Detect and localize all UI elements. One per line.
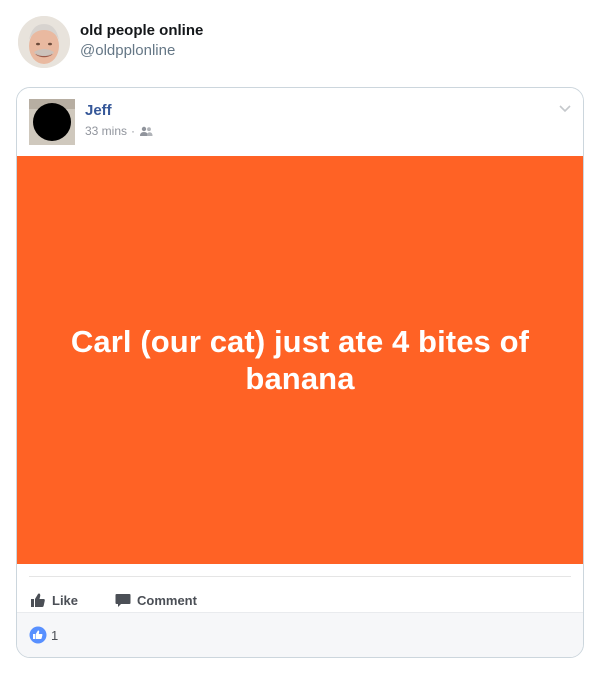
fb-status-background: Carl (our cat) just ate 4 bites of banan… [17,156,583,564]
tweet-avatar[interactable] [18,16,70,68]
fb-reactions-bar[interactable]: 1 [17,612,583,657]
like-reaction-icon [29,626,47,644]
tweet-meta: old people online @oldpplonline [80,22,203,60]
like-button[interactable]: Like [30,588,78,612]
actions-divider [29,576,571,577]
comment-label: Comment [137,592,197,608]
fb-status-text: Carl (our cat) just ate 4 bites of banan… [70,324,530,396]
friends-icon[interactable] [139,126,153,136]
comment-icon [115,592,131,608]
tweet-handle[interactable]: @oldpplonline [80,42,203,60]
comment-button[interactable]: Comment [115,588,197,612]
like-label: Like [52,592,79,608]
fb-post-meta: 33 mins · [85,124,153,138]
chevron-down-icon[interactable] [557,100,573,116]
facebook-post-card: Jeff 33 mins · Carl (our cat) just ate 4… [16,87,584,658]
reaction-count: 1 [51,627,59,643]
tweet-display-name[interactable]: old people online [80,22,203,40]
tweet-header: old people online @oldpplonline [18,16,203,72]
fb-post-time[interactable]: 33 mins [85,124,127,138]
meta-separator: · [131,124,136,138]
fb-actions-bar: Like Comment [17,564,583,612]
fb-author-avatar[interactable] [29,99,75,145]
thumbs-up-icon [30,592,46,608]
fb-post-header: Jeff 33 mins · [17,88,583,156]
fb-author-name[interactable]: Jeff [85,102,112,120]
